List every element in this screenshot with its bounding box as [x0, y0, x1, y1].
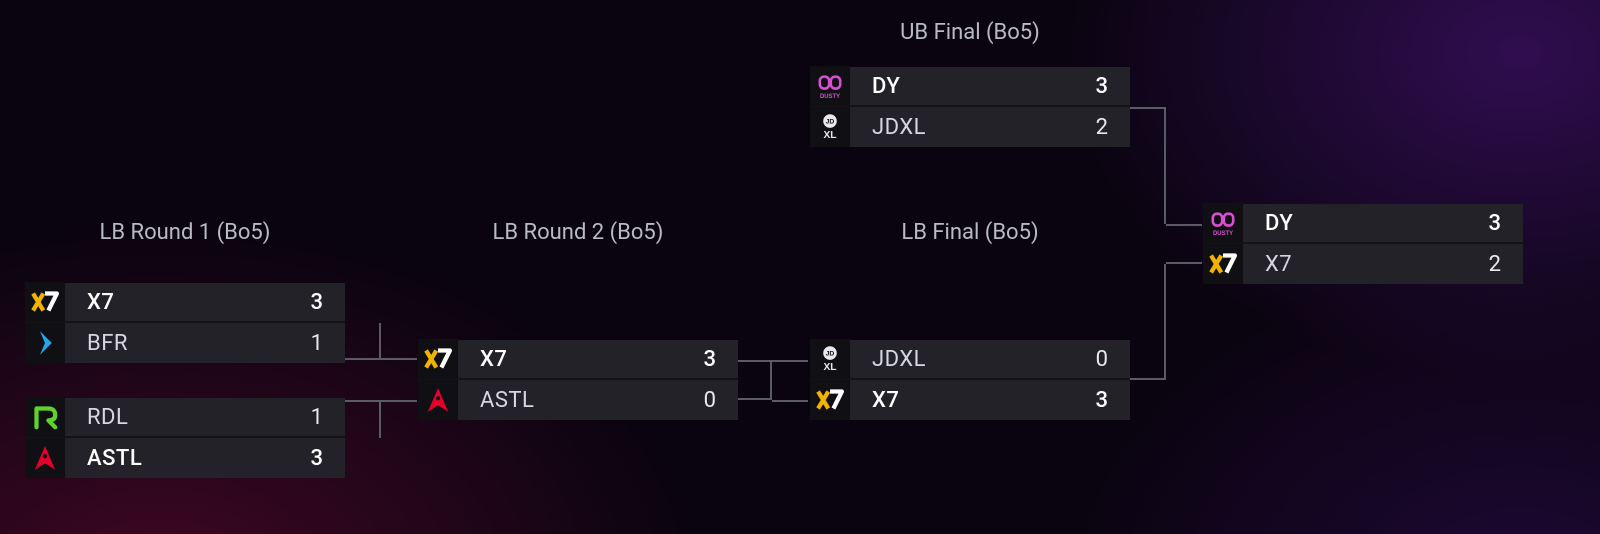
team-score: 3: [1070, 74, 1130, 99]
match-row[interactable]: ASTL 3: [25, 438, 345, 478]
bracket-connector: [345, 323, 381, 360]
team-name: RDL: [65, 405, 285, 430]
dusty-icon: DUSTY: [810, 66, 850, 106]
team-name: BFR: [65, 331, 285, 356]
team-score: 3: [285, 446, 345, 471]
round-title-ub-final: UB Final (Bo5): [810, 20, 1130, 45]
team-score: 2: [1463, 252, 1523, 277]
round-title-lb-r1: LB Round 1 (Bo5): [25, 220, 345, 245]
astralis-icon: [25, 438, 65, 478]
team-name: X7: [850, 388, 1070, 413]
team-name: JDXL: [850, 347, 1070, 372]
match-grand-final[interactable]: DUSTY DY 3 X7 2: [1203, 204, 1523, 284]
team-score: 2: [1070, 115, 1130, 140]
team-score: 3: [678, 347, 738, 372]
team-name: ASTL: [458, 388, 678, 413]
svg-text:XL: XL: [823, 362, 836, 373]
team-name: X7: [65, 290, 285, 315]
jdxl-icon: JD XL: [810, 339, 850, 379]
match-lb-final[interactable]: JDXL JDXL 0 X7 3: [810, 340, 1130, 420]
match-row[interactable]: ASTL 0: [418, 380, 738, 420]
team-score: 3: [1463, 211, 1523, 236]
team-score: 3: [1070, 388, 1130, 413]
round-title-lb-r2: LB Round 2 (Bo5): [418, 220, 738, 245]
bracket-connector: [345, 400, 381, 438]
svg-text:JD: JD: [826, 351, 835, 358]
bracket-connector: [381, 400, 417, 402]
team-name: JDXL: [850, 115, 1070, 140]
team-name: DY: [850, 74, 1070, 99]
bracket-connector: [1130, 107, 1166, 224]
x7-icon: [810, 380, 850, 420]
bracket-connector: [1130, 264, 1166, 380]
team-score: 3: [285, 290, 345, 315]
jdxl-icon: JD XL: [810, 107, 850, 147]
team-name: X7: [458, 347, 678, 372]
svg-text:DUSTY: DUSTY: [1213, 231, 1233, 237]
svg-text:JD: JD: [826, 119, 835, 126]
match-row[interactable]: X7 3: [418, 340, 738, 380]
match-row[interactable]: X7 2: [1203, 244, 1523, 284]
match-row[interactable]: BFR 1: [25, 323, 345, 363]
match-lb-r1-a[interactable]: X7 3 BFR 1: [25, 283, 345, 363]
bracket-connector: [772, 400, 808, 402]
svg-text:DUSTY: DUSTY: [820, 94, 840, 100]
team-score: 1: [285, 405, 345, 430]
match-row[interactable]: JDXL JDXL 2: [810, 107, 1130, 147]
bracket-connector: [1166, 224, 1202, 226]
svg-text:XL: XL: [823, 130, 836, 141]
match-lb-r2[interactable]: X7 3 ASTL 0: [418, 340, 738, 420]
match-row[interactable]: RDL 1: [25, 398, 345, 438]
team-name: X7: [1243, 252, 1463, 277]
x7-icon: [1203, 244, 1243, 284]
bracket-connector: [738, 360, 772, 380]
bracket-connector: [738, 380, 772, 400]
team-score: 0: [1070, 347, 1130, 372]
round-title-lb-final: LB Final (Bo5): [810, 220, 1130, 245]
x7-icon: [25, 282, 65, 322]
team-name: ASTL: [65, 446, 285, 471]
x7-icon: [418, 339, 458, 379]
astralis-icon: [418, 380, 458, 420]
team-name: DY: [1243, 211, 1463, 236]
match-row[interactable]: DUSTY DY 3: [810, 67, 1130, 107]
match-lb-r1-b[interactable]: RDL 1 ASTL 3: [25, 398, 345, 478]
bracket-connector: [772, 360, 808, 362]
bracket-connector: [381, 358, 417, 360]
match-row[interactable]: X7 3: [25, 283, 345, 323]
match-row[interactable]: JDXL JDXL 0: [810, 340, 1130, 380]
bracket-stage: UB Final (Bo5) DUSTY DY 3 JD XL JD XL 2 LB…: [0, 0, 1600, 534]
team-score: 0: [678, 388, 738, 413]
rdl-icon: [25, 397, 65, 437]
team-score: 1: [285, 331, 345, 356]
match-row[interactable]: DUSTY DY 3: [1203, 204, 1523, 244]
bracket-connector: [1166, 262, 1202, 264]
dusty-icon: DUSTY: [1203, 203, 1243, 243]
match-ub-final[interactable]: DUSTY DY 3 JDXL JDXL 2: [810, 67, 1130, 147]
match-row[interactable]: X7 3: [810, 380, 1130, 420]
bfr-icon: [25, 323, 65, 363]
